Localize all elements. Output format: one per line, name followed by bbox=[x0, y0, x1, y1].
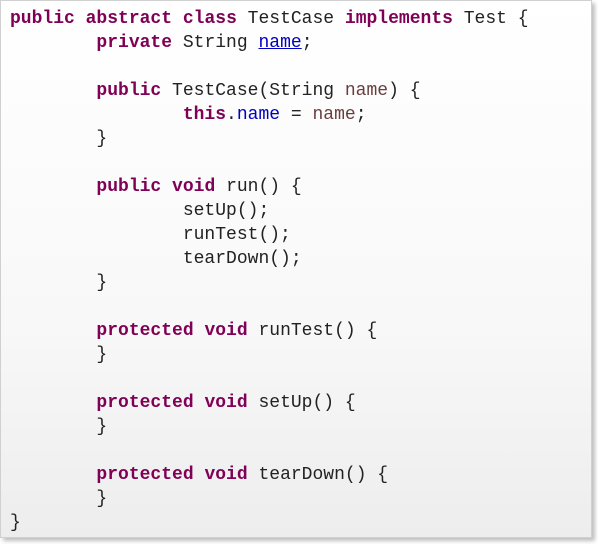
code-keyword: protected bbox=[96, 465, 194, 485]
code-keyword: void bbox=[172, 177, 216, 197]
code-keyword: private bbox=[96, 33, 173, 53]
code-line: public abstract class TestCase implement… bbox=[10, 7, 529, 31]
code-line: public TestCase(String name) { bbox=[10, 79, 529, 103]
code-line: } bbox=[10, 511, 529, 535]
code-field-declaration: name bbox=[258, 33, 302, 53]
code-keyword: void bbox=[204, 393, 248, 413]
code-line: protected void tearDown() { bbox=[10, 463, 529, 487]
code-keyword: implements bbox=[344, 9, 453, 29]
code-line: public void run() { bbox=[10, 175, 529, 199]
code-punctuation: } bbox=[10, 417, 108, 437]
code-line: } bbox=[10, 343, 529, 367]
code-line: protected void runTest() { bbox=[10, 319, 529, 343]
code-line: private String name; bbox=[10, 31, 529, 55]
code-punctuation: ; bbox=[301, 33, 313, 53]
code-text: setUp(); bbox=[10, 201, 270, 221]
code-line: } bbox=[10, 127, 529, 151]
code-line: this.name = name; bbox=[10, 103, 529, 127]
code-parameter: name bbox=[344, 81, 389, 101]
code-keyword: abstract bbox=[85, 9, 173, 29]
code-keyword: class bbox=[182, 9, 237, 29]
code-text: tearDown() { bbox=[247, 465, 389, 485]
code-punctuation: ) { bbox=[388, 81, 421, 101]
code-text: String bbox=[172, 33, 259, 53]
code-keyword: void bbox=[204, 321, 248, 341]
code-text: TestCase(String bbox=[161, 81, 345, 101]
code-text: setUp() { bbox=[247, 393, 356, 413]
code-punctuation: } bbox=[10, 489, 108, 509]
code-keyword: protected bbox=[96, 321, 194, 341]
code-line: protected void setUp() { bbox=[10, 391, 529, 415]
code-text: runTest() { bbox=[247, 321, 378, 341]
code-punctuation: . bbox=[226, 105, 237, 125]
code-keyword: void bbox=[204, 465, 248, 485]
code-text: Test { bbox=[452, 9, 529, 29]
code-line: } bbox=[10, 487, 529, 511]
code-text: TestCase bbox=[236, 9, 345, 29]
code-line: runTest(); bbox=[10, 223, 529, 247]
code-line: setUp(); bbox=[10, 199, 529, 223]
code-punctuation: } bbox=[10, 345, 108, 365]
code-keyword: public bbox=[10, 9, 75, 29]
code-field: name bbox=[236, 105, 281, 125]
code-line: tearDown(); bbox=[10, 247, 529, 271]
code-block: public abstract class TestCase implement… bbox=[10, 7, 529, 535]
code-punctuation: } bbox=[10, 129, 108, 149]
code-keyword: protected bbox=[96, 393, 194, 413]
code-parameter: name bbox=[312, 105, 356, 125]
code-text: run() { bbox=[215, 177, 302, 197]
code-punctuation: } bbox=[10, 513, 21, 533]
code-keyword: public bbox=[96, 177, 162, 197]
code-line: } bbox=[10, 415, 529, 439]
code-punctuation: ; bbox=[355, 105, 367, 125]
code-keyword: public bbox=[96, 81, 162, 101]
code-listing-panel: public abstract class TestCase implement… bbox=[0, 0, 592, 538]
code-punctuation: = bbox=[280, 105, 313, 125]
code-line: } bbox=[10, 271, 529, 295]
code-punctuation: } bbox=[10, 273, 108, 293]
code-keyword: this bbox=[182, 105, 227, 125]
code-text: tearDown(); bbox=[10, 249, 302, 269]
code-text: runTest(); bbox=[10, 225, 291, 245]
